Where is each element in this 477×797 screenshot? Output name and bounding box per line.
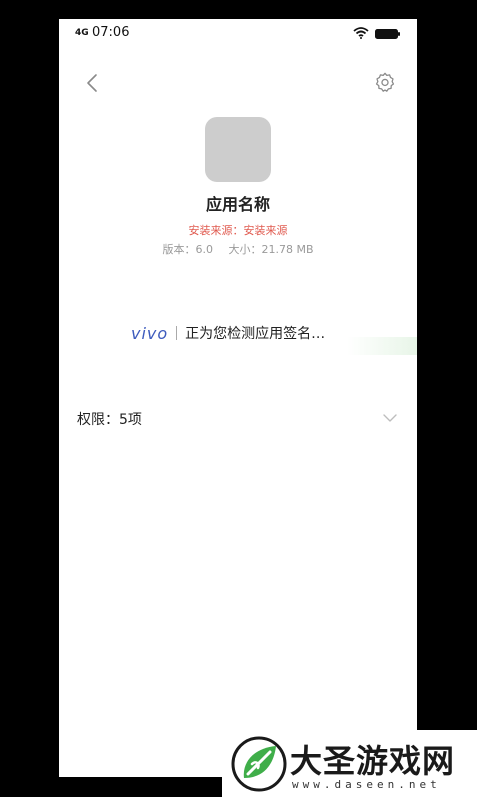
- size-label: 大小：21.78 MB: [228, 243, 314, 256]
- chevron-down-icon[interactable]: [381, 409, 399, 427]
- vivo-logo: vivo: [131, 323, 169, 343]
- signature-check-row: vivo 正为您检测应用签名…: [131, 321, 325, 345]
- watermark-url: www.daseen.net: [292, 778, 441, 791]
- watermark: 大圣游戏网 www.daseen.net: [222, 730, 477, 797]
- app-icon: [205, 117, 271, 182]
- install-source: 安装来源：安装来源: [188, 224, 288, 237]
- wifi-icon: [353, 27, 369, 39]
- app-meta: 版本：6.0 大小：21.78 MB: [59, 241, 417, 257]
- checking-status: 正为您检测应用签名…: [185, 326, 326, 342]
- back-icon[interactable]: [81, 71, 105, 95]
- signal-indicator: 4G: [75, 28, 89, 38]
- watermark-title: 大圣游戏网: [290, 742, 456, 780]
- gear-icon[interactable]: [374, 71, 396, 93]
- phone-screen: 4G 07:06 应用名称 安装来源：安装来源 版本：6.0 大小：21.78 …: [59, 19, 417, 777]
- battery-icon: [375, 29, 400, 39]
- app-name: 应用名称: [205, 195, 270, 214]
- permissions-label: 权限：5项: [77, 412, 142, 428]
- divider: [176, 326, 178, 340]
- leaf-logo-icon: [231, 736, 287, 792]
- status-bar: 4G 07:06: [59, 19, 417, 49]
- decorative-fade: [347, 337, 417, 355]
- version-label: 版本：6.0: [162, 243, 213, 256]
- permissions-row[interactable]: 权限：5项: [77, 407, 399, 431]
- status-time: 07:06: [92, 25, 130, 40]
